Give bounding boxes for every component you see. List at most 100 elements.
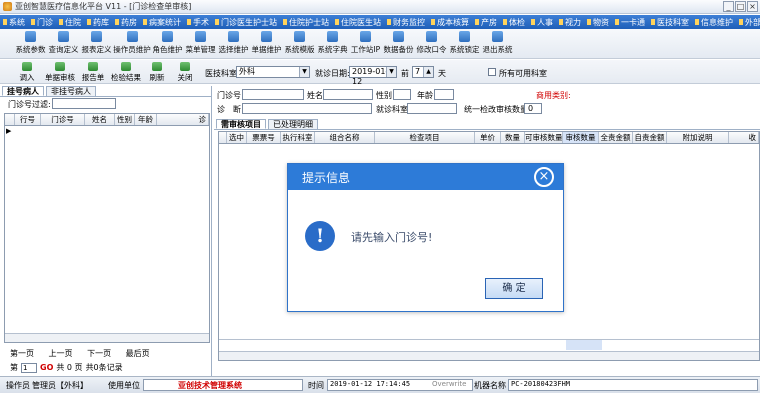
col-diag: 诊 — [157, 114, 209, 125]
report-define-button[interactable]: 报表定义 — [80, 29, 113, 59]
dept-select[interactable]: 外科 ▼ — [236, 66, 310, 78]
menu-hr[interactable]: 人事 — [528, 17, 556, 28]
clinic-filter-input[interactable] — [52, 98, 116, 109]
key-icon — [426, 31, 437, 42]
filter-label: 门诊号过滤: — [8, 100, 51, 109]
sex-input[interactable] — [393, 89, 411, 100]
date-picker[interactable]: 2019-01-12 ▼ — [349, 66, 397, 86]
page-input[interactable]: 1 — [21, 362, 37, 373]
tab-unregistered[interactable]: 非挂号病人 — [46, 86, 96, 96]
close-button[interactable]: 关闭 — [172, 62, 198, 83]
spin-icon: ▲ — [423, 67, 433, 77]
menu-finance[interactable]: 财务监控 — [384, 17, 428, 28]
machine-value: PC-20180423FHM — [511, 380, 571, 388]
menu-outpatient[interactable]: 门诊 — [28, 17, 56, 28]
ok-button[interactable]: 确 定 — [485, 278, 543, 299]
next-page-link[interactable]: 下一页 — [87, 349, 111, 358]
tab-registered[interactable]: 挂号病人 — [2, 86, 44, 96]
close-icon — [180, 62, 190, 71]
menu-card[interactable]: 一卡通 — [612, 17, 648, 28]
age-input[interactable] — [434, 89, 454, 100]
system-lock-button[interactable]: 系统锁定 — [448, 29, 481, 59]
menu-info-maint[interactable]: 信息维护 — [692, 17, 736, 28]
minimize-button[interactable]: _ — [723, 1, 734, 12]
menu-checkup[interactable]: 体检 — [500, 17, 528, 28]
menu-external-card[interactable]: 外部卡管理 — [736, 17, 760, 28]
exit-system-button[interactable]: 退出系统 — [481, 29, 514, 59]
batch-count-label: 统一检改审核数量 — [464, 105, 528, 114]
menu-outpatient-station[interactable]: 门诊医生护士站 — [212, 17, 280, 28]
clinic-no-input[interactable] — [242, 89, 304, 100]
menu-drug-store[interactable]: 药库 — [84, 17, 112, 28]
visit-dept-input[interactable] — [407, 103, 457, 114]
last-page-link[interactable]: 最后页 — [126, 349, 150, 358]
change-password-button[interactable]: 修改口令 — [415, 29, 448, 59]
role-maint-button[interactable]: 角色维护 — [151, 29, 184, 59]
clinic-no-label: 门诊号 — [217, 91, 241, 100]
close-window-button[interactable]: × — [747, 1, 758, 12]
dialog-close-icon[interactable]: × — [534, 167, 554, 187]
tab-processed[interactable]: 已处理明细 — [268, 119, 318, 129]
backup-icon — [393, 31, 404, 42]
all-dept-checkbox[interactable] — [488, 68, 496, 76]
go-button[interactable]: GO — [40, 363, 53, 372]
col-ticket: 票票号 — [247, 132, 281, 143]
col-auditable-qty: 可审核数量 — [525, 132, 563, 143]
patient-list-panel: 挂号病人 非挂号病人 门诊号过滤: 行号 门诊号 姓名 性别 年龄 诊 ▶ 第一… — [0, 86, 212, 376]
dialog-message: 请先输入门诊号! — [351, 231, 433, 244]
page-prefix: 第 — [10, 363, 18, 372]
data-backup-button[interactable]: 数据备份 — [382, 29, 415, 59]
menu-cost[interactable]: 成本核算 — [428, 17, 472, 28]
first-page-link[interactable]: 第一页 — [10, 349, 34, 358]
select-maint-button[interactable]: 选择维护 — [217, 29, 250, 59]
col-age: 年龄 — [135, 114, 157, 125]
workstation-ip-button[interactable]: 工作站IP — [349, 29, 382, 59]
menu-doctor-station[interactable]: 住院医生站 — [332, 17, 384, 28]
system-dict-button[interactable]: 系统字典 — [316, 29, 349, 59]
patient-grid[interactable]: 行号 门诊号 姓名 性别 年龄 诊 ▶ — [4, 113, 210, 343]
system-params-button[interactable]: 系统参数 — [14, 29, 47, 59]
name-input[interactable] — [323, 89, 373, 100]
maximize-button[interactable]: □ — [735, 1, 746, 12]
query-define-button[interactable]: 查询定义 — [47, 29, 80, 59]
fee-type-label: 商用类别: — [536, 91, 571, 100]
system-template-button[interactable]: 系统模版 — [283, 29, 316, 59]
form-maint-button[interactable]: 单据维护 — [250, 29, 283, 59]
horizontal-scrollbar[interactable] — [5, 333, 209, 342]
lab-result-button[interactable]: 检验结果 — [110, 62, 142, 83]
horizontal-scrollbar[interactable] — [219, 351, 759, 360]
refresh-button[interactable]: 刷新 — [144, 62, 170, 83]
menu-delivery[interactable]: 产房 — [472, 17, 500, 28]
menu-system[interactable]: 系统 — [0, 17, 28, 28]
audit-button[interactable]: 单据审核 — [44, 62, 76, 83]
menu-surgery[interactable]: 手术 — [184, 17, 212, 28]
report-sheet-button[interactable]: 报告单 — [80, 62, 106, 83]
exit-icon — [492, 31, 503, 42]
days-unit: 天 — [438, 69, 446, 78]
menu-nurse-station[interactable]: 住院护士站 — [280, 17, 332, 28]
load-button[interactable]: 调入 — [14, 62, 40, 83]
menu-medtech[interactable]: 医技科室 — [648, 17, 692, 28]
menu-inpatient[interactable]: 住院 — [56, 17, 84, 28]
menu-case-stats[interactable]: 病案统计 — [140, 17, 184, 28]
operator-maint-button[interactable]: 操作员维护 — [113, 29, 151, 59]
batch-count-input[interactable]: 0 — [524, 103, 542, 114]
menu-pharmacy[interactable]: 药房 — [112, 17, 140, 28]
date-label: 就诊日期: — [315, 69, 350, 78]
days-stepper[interactable]: 7 ▲ — [412, 66, 434, 78]
prev-page-link[interactable]: 上一页 — [49, 349, 73, 358]
tab-pending-items[interactable]: 需审核项目 — [216, 119, 266, 129]
col-qty: 数量 — [501, 132, 525, 143]
menu-vision[interactable]: 视力 — [556, 17, 584, 28]
info-icon: ! — [305, 221, 335, 251]
menu-manage-button[interactable]: 菜单管理 — [184, 29, 217, 59]
time-value: 2019-01-12 17:14:45 — [330, 380, 411, 388]
status-bar: 操作员 管理员【外科】 使用单位 亚创技术管理系统 时间 2019-01-12 … — [0, 376, 760, 393]
diagnosis-input[interactable] — [242, 103, 372, 114]
company-name: 亚创技术管理系统 — [178, 381, 242, 390]
main-toolbar: 系统参数 查询定义 报表定义 操作员维护 角色维护 菜单管理 选择维护 单据维护… — [0, 29, 760, 59]
module-toolbar: 调入 单据审核 报告单 检验结果 刷新 关闭 医技科室 外科 ▼ 就诊日期: 20… — [0, 60, 760, 86]
lock-icon — [459, 31, 470, 42]
menu-materials[interactable]: 物资 — [584, 17, 612, 28]
user-icon — [126, 31, 138, 42]
